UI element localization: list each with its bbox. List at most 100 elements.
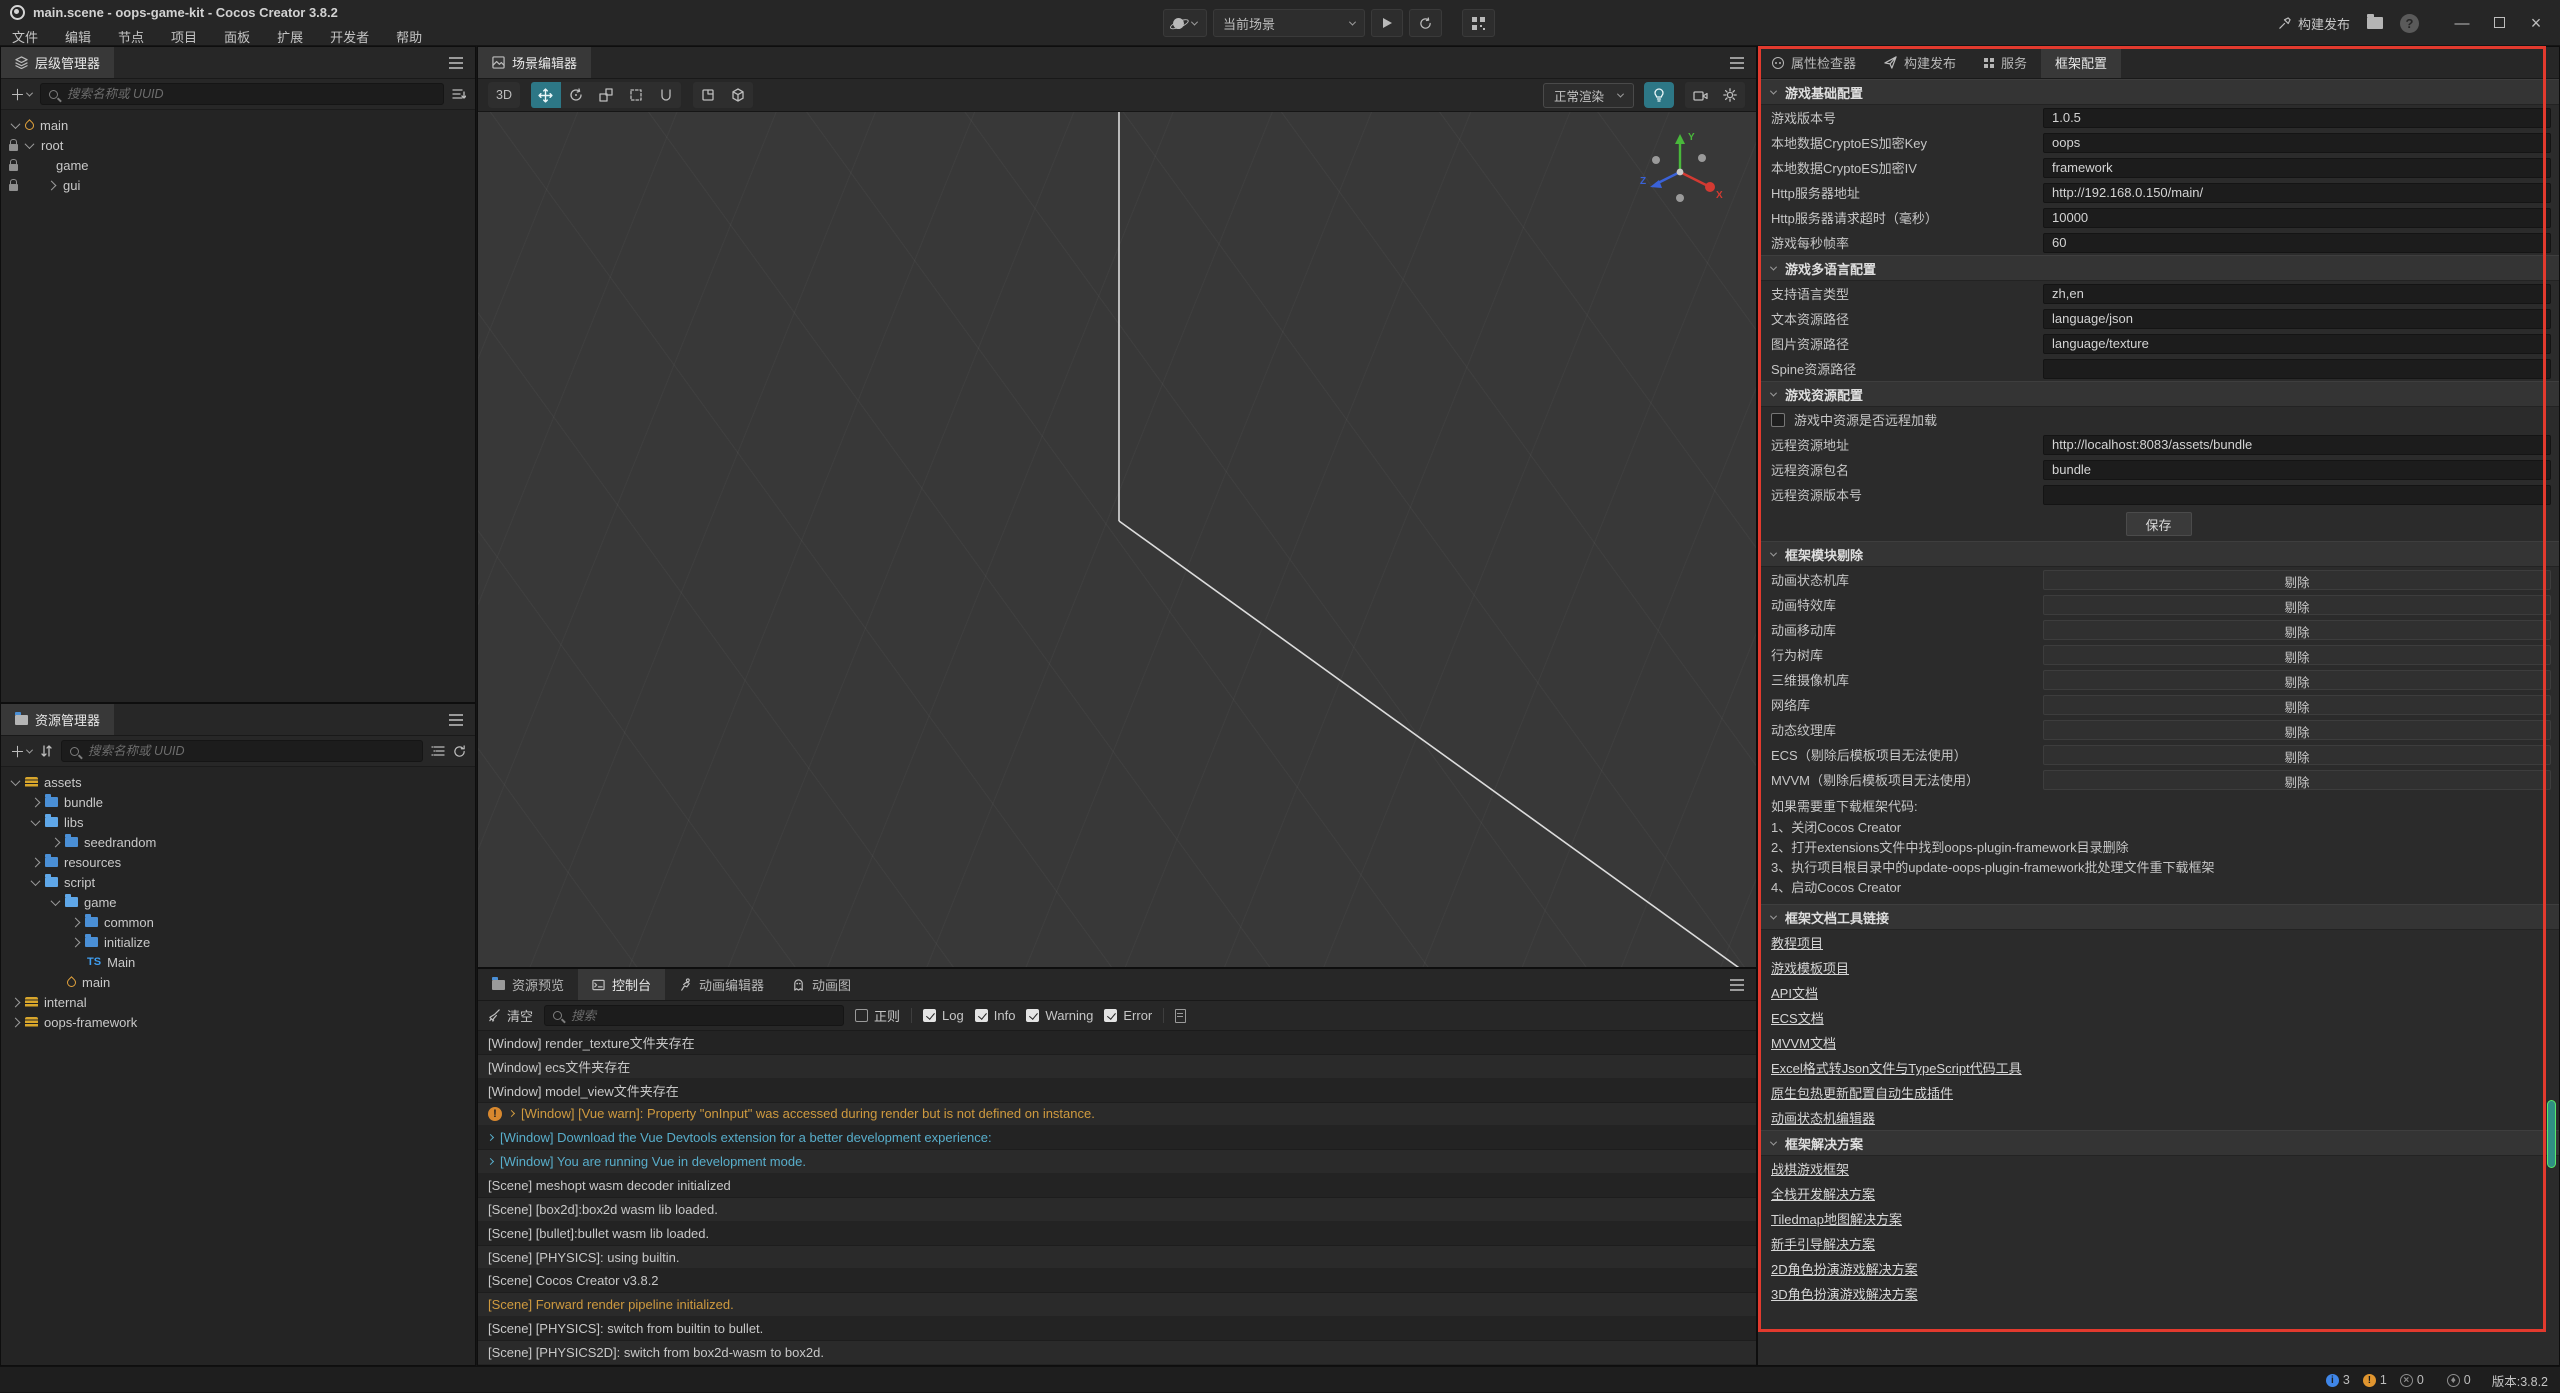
hierarchy-menu-button[interactable] xyxy=(437,47,475,78)
link-ecs-docs[interactable]: ECS文档 xyxy=(1771,1008,1824,1027)
http-timeout-input[interactable] xyxy=(2043,208,2551,228)
warning-count[interactable]: ! 1 xyxy=(2363,1373,2387,1387)
assets-search[interactable] xyxy=(61,740,423,762)
expand-icon[interactable] xyxy=(11,119,21,129)
link-3d-rpg-solution[interactable]: 3D角色扮演游戏解决方案 xyxy=(1771,1284,1918,1303)
remote-load-checkbox-row[interactable]: 游戏中资源是否远程加载 xyxy=(1758,407,2559,432)
link-animator-editor[interactable]: 动画状态机编辑器 xyxy=(1771,1108,1875,1127)
build-publish-button[interactable]: 构建发布 xyxy=(2278,14,2350,33)
remote-res-version-input[interactable] xyxy=(2043,485,2551,505)
menu-panel[interactable]: 面板 xyxy=(224,27,250,46)
console-log-row[interactable]: [Window] ecs文件夹存在 xyxy=(478,1055,1756,1079)
minimize-button[interactable]: — xyxy=(2452,15,2472,32)
console-warning-row[interactable]: [Scene] Forward render pipeline initiali… xyxy=(478,1293,1756,1317)
asset-node-assets[interactable]: assets xyxy=(1,772,475,792)
crypto-key-input[interactable] xyxy=(2043,133,2551,153)
move-tool-button[interactable] xyxy=(531,82,561,108)
rotate-tool-button[interactable] xyxy=(561,82,591,108)
asset-node-script[interactable]: script xyxy=(1,872,475,892)
expand-icon[interactable] xyxy=(31,797,41,807)
remove-ecs-button[interactable]: 剔除 xyxy=(2043,745,2551,765)
remove-move-button[interactable]: 剔除 xyxy=(2043,620,2551,640)
expand-icon[interactable] xyxy=(51,837,61,847)
section-module-trim[interactable]: 框架模块剔除 xyxy=(1758,541,2559,567)
menu-project[interactable]: 项目 xyxy=(171,27,197,46)
console-log-row[interactable]: [Scene] meshopt wasm decoder initialized xyxy=(478,1174,1756,1198)
menu-node[interactable]: 节点 xyxy=(118,27,144,46)
lighting-toggle-button[interactable] xyxy=(1644,82,1674,108)
expand-icon[interactable] xyxy=(31,876,41,886)
asset-node-libs[interactable]: libs xyxy=(1,812,475,832)
console-info-row[interactable]: [Window] Download the Vue Devtools exten… xyxy=(478,1126,1756,1150)
lock-icon[interactable] xyxy=(9,184,18,191)
lock-icon[interactable] xyxy=(9,144,18,151)
console-log-row[interactable]: [Scene] [box2d]:box2d wasm lib loaded. xyxy=(478,1198,1756,1222)
tab-build-publish[interactable]: 构建发布 xyxy=(1870,47,1970,78)
section-game-basic-config[interactable]: 游戏基础配置 xyxy=(1758,79,2559,105)
asset-node-main-ts[interactable]: TS Main xyxy=(1,952,475,972)
play-button[interactable] xyxy=(1371,9,1403,37)
tab-hierarchy[interactable]: 层级管理器 xyxy=(1,47,114,78)
scene-settings-button[interactable] xyxy=(1715,82,1745,108)
scale-tool-button[interactable] xyxy=(591,82,621,108)
spine-res-path-input[interactable] xyxy=(2043,359,2551,379)
tab-animation-editor[interactable]: 动画编辑器 xyxy=(665,969,778,1000)
link-tutorial-project[interactable]: 教程项目 xyxy=(1771,933,1823,952)
remote-bundle-name-input[interactable] xyxy=(2043,460,2551,480)
hierarchy-node-main[interactable]: main xyxy=(1,115,475,135)
hierarchy-search[interactable] xyxy=(40,83,444,105)
tab-framework-config[interactable]: 框架配置 xyxy=(2041,47,2121,78)
text-res-path-input[interactable] xyxy=(2043,309,2551,329)
regex-checkbox[interactable]: 正则 xyxy=(855,1006,900,1025)
platform-select[interactable] xyxy=(1163,9,1207,37)
expand-icon[interactable] xyxy=(47,180,57,190)
console-log-row[interactable]: [Scene] [PHYSICS]: switch from builtin t… xyxy=(478,1317,1756,1341)
tab-animation-graph[interactable]: 动画图 xyxy=(778,969,865,1000)
create-node-button[interactable]: ＋ xyxy=(10,84,32,105)
link-excel-tool[interactable]: Excel格式转Json文件与TypeScript代码工具 xyxy=(1771,1058,2022,1077)
notification-count[interactable]: ♦ 0 xyxy=(2447,1373,2471,1387)
console-search[interactable] xyxy=(544,1005,844,1026)
assets-search-input[interactable] xyxy=(86,743,414,759)
remote-res-url-input[interactable] xyxy=(2043,435,2551,455)
open-project-folder-icon[interactable] xyxy=(2367,17,2383,29)
tab-inspector[interactable]: 属性检查器 xyxy=(1758,47,1870,78)
link-hotupdate-plugin[interactable]: 原生包热更新配置自动生成插件 xyxy=(1771,1083,1953,1102)
expand-icon[interactable] xyxy=(31,857,41,867)
expand-icon[interactable] xyxy=(25,139,35,149)
asset-node-seedrandom[interactable]: seedrandom xyxy=(1,832,475,852)
hierarchy-node-game[interactable]: game xyxy=(1,155,475,175)
expand-icon[interactable] xyxy=(11,776,21,786)
menu-developer[interactable]: 开发者 xyxy=(330,27,369,46)
close-button[interactable]: × xyxy=(2526,13,2546,34)
lock-icon[interactable] xyxy=(9,164,18,171)
render-mode-select[interactable]: 正常渲染 xyxy=(1543,83,1634,108)
asset-node-initialize[interactable]: initialize xyxy=(1,932,475,952)
scene-menu-button[interactable] xyxy=(1718,47,1756,78)
expand-icon[interactable] xyxy=(31,816,41,826)
link-tiledmap-solution[interactable]: Tiledmap地图解决方案 xyxy=(1771,1209,1902,1228)
console-log-row[interactable]: [Scene] [PHYSICS2D]: switch from box2d-w… xyxy=(478,1341,1756,1365)
expand-icon[interactable] xyxy=(11,997,21,1007)
console-menu-button[interactable] xyxy=(1718,969,1756,1000)
console-log-row[interactable]: [Scene] [PHYSICS]: using builtin. xyxy=(478,1246,1756,1270)
hierarchy-node-root[interactable]: root xyxy=(1,135,475,155)
asset-node-resources[interactable]: resources xyxy=(1,852,475,872)
game-version-input[interactable] xyxy=(2043,108,2551,128)
section-resource-config[interactable]: 游戏资源配置 xyxy=(1758,381,2559,407)
menu-help[interactable]: 帮助 xyxy=(396,27,422,46)
menu-extension[interactable]: 扩展 xyxy=(277,27,303,46)
hierarchy-filter-button[interactable] xyxy=(452,88,466,100)
error-count[interactable]: × 0 xyxy=(2400,1373,2424,1387)
asset-node-game[interactable]: game xyxy=(1,892,475,912)
section-i18n-config[interactable]: 游戏多语言配置 xyxy=(1758,255,2559,281)
console-warning-row[interactable]: ! [Window] [Vue warn]: Property "onInput… xyxy=(478,1103,1756,1127)
link-2d-rpg-solution[interactable]: 2D角色扮演游戏解决方案 xyxy=(1771,1259,1918,1278)
anchor-tool-button[interactable] xyxy=(651,82,681,108)
scene-select[interactable]: 当前场景 xyxy=(1213,9,1365,37)
asset-node-main-scene[interactable]: main xyxy=(1,972,475,992)
assets-filter-button[interactable] xyxy=(431,745,445,757)
link-api-docs[interactable]: API文档 xyxy=(1771,983,1818,1002)
link-wargame-framework[interactable]: 战棋游戏框架 xyxy=(1771,1159,1849,1178)
sort-assets-button[interactable] xyxy=(40,745,53,757)
